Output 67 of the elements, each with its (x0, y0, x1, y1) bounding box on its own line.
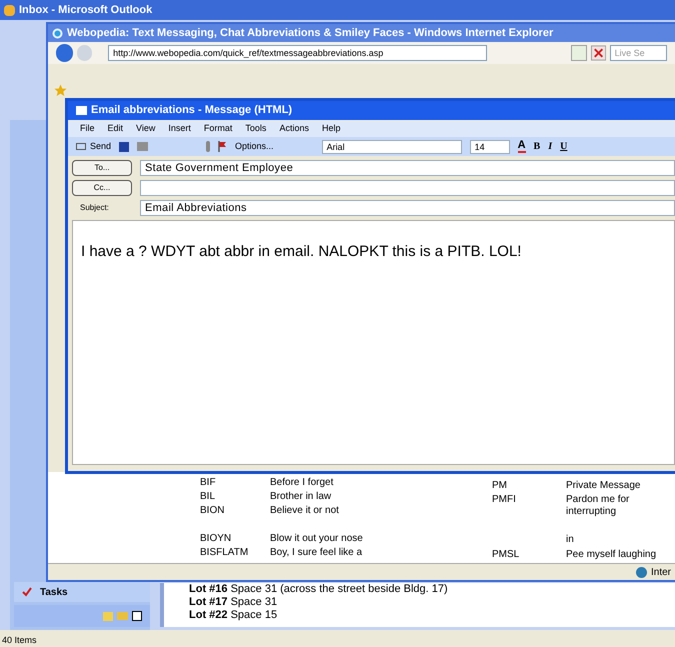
meaning: Blow it out your nose (270, 533, 363, 545)
status-text: 40 Items (2, 634, 37, 647)
check-icon (22, 587, 32, 597)
subject-field[interactable]: Email Abbreviations (140, 200, 675, 216)
note-line: Lot #17 Space 31 (189, 596, 278, 609)
format-button[interactable]: U (560, 139, 568, 154)
menu-item[interactable]: Edit (108, 122, 124, 136)
envelope-icon (76, 106, 87, 115)
options-button[interactable]: Options... (235, 140, 274, 154)
note-line: Lot #16 Space 31 (across the street beside Bldg. 17) (189, 583, 449, 596)
font-field[interactable]: Arial (322, 140, 462, 154)
meaning: Pee myself laughing (566, 549, 658, 561)
to-field[interactable]: State Government Employee (140, 160, 675, 176)
note-line: Lot #22 Space 15 (189, 609, 278, 622)
shortcut-icon[interactable] (132, 611, 142, 621)
envelope-icon (76, 143, 86, 150)
abbreviation: BION (200, 505, 226, 517)
abbreviation: BISFLATM (200, 547, 250, 559)
menu-item[interactable]: Actions (279, 122, 309, 136)
meaning: Before I forget (270, 477, 334, 489)
menu-item[interactable]: Tools (245, 122, 266, 136)
meaning: in (566, 534, 575, 546)
meaning: Believe it or not (270, 505, 339, 517)
menu-item[interactable]: Format (204, 122, 232, 136)
menu-item[interactable]: View (136, 122, 156, 136)
cc-field[interactable] (140, 180, 675, 196)
format-button[interactable]: B (534, 139, 540, 154)
zone-text: Inter (650, 566, 671, 580)
save-icon[interactable] (119, 142, 130, 152)
meaning: Brother in law (270, 491, 332, 503)
address-field[interactable]: http://www.webopedia.com/quick_ref/textmessageabbreviations.asp (108, 45, 488, 61)
tasks-button[interactable]: Tasks (14, 582, 150, 602)
abbreviation: BIL (200, 491, 216, 503)
menu-item[interactable]: Insert (168, 122, 191, 136)
abbreviation: PMFI (492, 494, 517, 507)
meaning: Boy, I sure feel like a (270, 547, 362, 559)
subject-label: Subject: (79, 202, 110, 214)
window-title: Email abbreviations - Message (HTML) (91, 103, 292, 118)
abbreviation: BIF (200, 477, 217, 489)
send-button[interactable]: Send (76, 140, 112, 154)
format-button[interactable]: I (548, 139, 552, 154)
meaning: Pardon me for interrupting (566, 494, 630, 518)
meaning: Private Message (566, 480, 642, 492)
favorites-icon[interactable] (54, 84, 67, 97)
stop-button[interactable] (590, 45, 606, 61)
abbreviation: PMSL (492, 549, 520, 561)
font-color-button[interactable]: A (518, 140, 526, 153)
refresh-button[interactable] (571, 45, 587, 61)
globe-icon (636, 566, 647, 578)
note-icon[interactable] (103, 612, 113, 620)
back-button[interactable] (56, 44, 74, 62)
flag-icon[interactable] (218, 141, 228, 152)
abbreviation: PM (492, 480, 508, 492)
attach-icon[interactable] (206, 141, 210, 152)
menu-item[interactable]: File (80, 122, 95, 136)
forward-button[interactable] (77, 45, 92, 61)
window-title: Inbox - Microsoft Outlook (19, 2, 152, 18)
print-icon[interactable] (137, 142, 148, 151)
abbreviation: BIOYN (200, 533, 232, 545)
window-title: Webopedia: Text Messaging, Chat Abbreviations & Smiley Faces - Windows Internet Explorer (67, 26, 554, 41)
cc-button[interactable]: Cc... (72, 180, 132, 196)
message-body[interactable]: I have a ? WDYT abt abbr in email. NALOPKT this is a PITB. LOL! (72, 220, 675, 465)
app-icon (4, 4, 15, 16)
browser-icon (52, 28, 63, 38)
font-size-field[interactable]: 14 (470, 140, 510, 154)
to-button[interactable]: To... (72, 160, 132, 176)
menu-item[interactable]: Help (322, 122, 340, 136)
